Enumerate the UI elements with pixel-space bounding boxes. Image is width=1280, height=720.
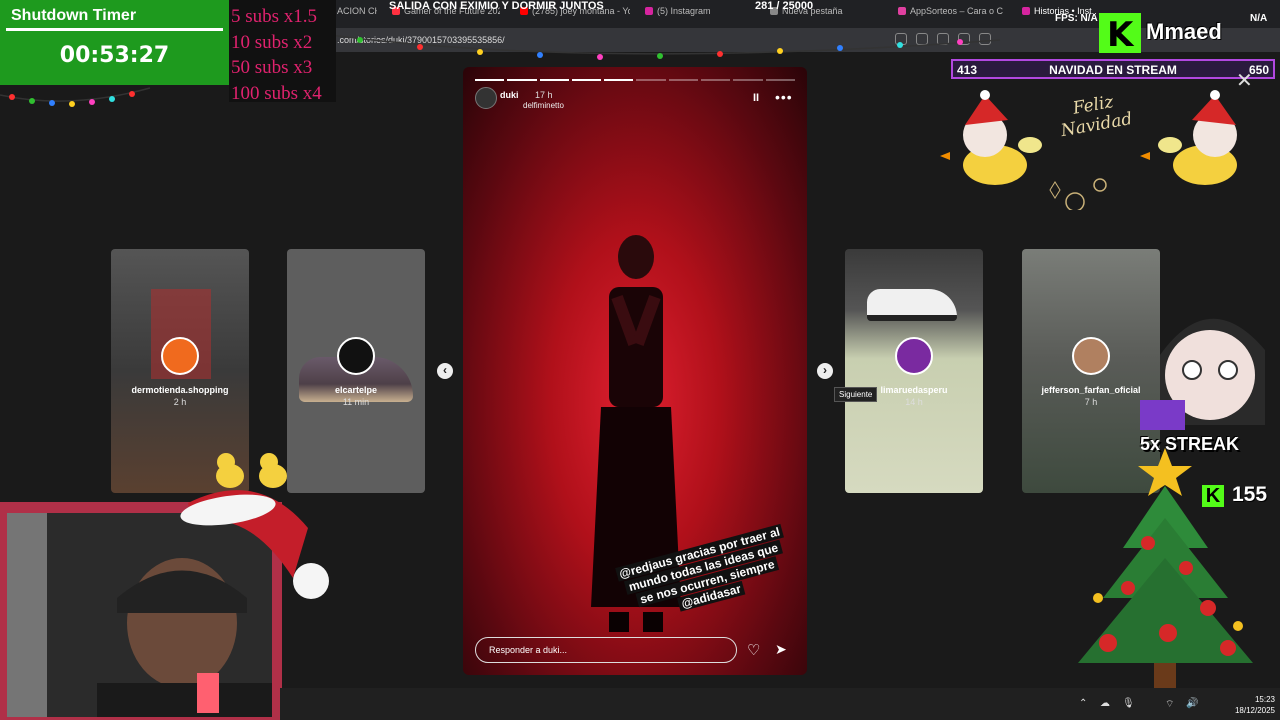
- navidad-goal-bar: NAVIDAD EN STREAM 413 650: [951, 59, 1275, 79]
- clock-date: 18/12/2025: [1234, 706, 1275, 715]
- progress-segment: [475, 79, 505, 81]
- heart-icon[interactable]: ♡: [747, 641, 760, 659]
- progress-segment: [765, 79, 795, 81]
- story-shared-from[interactable]: delfiminetto: [523, 101, 564, 110]
- navidad-label: NAVIDAD EN STREAM: [1049, 63, 1177, 77]
- progress-segment: [507, 79, 537, 81]
- story-username: dermotienda.shopping: [131, 385, 229, 395]
- main-story-viewer[interactable]: duki 17 h delfiminetto II ••• @redjaus g…: [463, 67, 807, 675]
- kick-logo-icon: K: [1099, 13, 1141, 55]
- chevron-up-icon[interactable]: ⌃: [1079, 698, 1087, 709]
- na-label: N/A: [1250, 13, 1268, 24]
- viewer-count: 281 / 25000: [755, 0, 814, 12]
- next-tooltip: Siguiente: [834, 387, 878, 402]
- story-avatar: [895, 337, 933, 375]
- story-card[interactable]: limaruedasperu 14 h: [845, 249, 983, 493]
- sneaker-image: [867, 289, 957, 321]
- progress-segment: [701, 79, 731, 81]
- system-clock[interactable]: 15:23 18/12/2025: [1230, 694, 1275, 716]
- subs-multiplier: 5 subs x1.5: [231, 6, 318, 27]
- story-time: 17 h: [535, 90, 553, 100]
- story-avatar: [161, 337, 199, 375]
- stream-title: SALIDA CON EXIMIO Y DORMIR JUNTOS: [389, 0, 604, 12]
- streamer-name: Mmaed: [1146, 19, 1222, 44]
- progress-segment: [636, 79, 666, 81]
- subs-multiplier-list: 5 subs x1.5 10 subs x2 50 subs x3 100 su…: [229, 0, 336, 104]
- kick-logo-letter: K: [1107, 15, 1134, 55]
- shutdown-timer-widget: Shutdown Timer 00:53:27: [0, 0, 229, 85]
- reply-input[interactable]: Responder a duki...: [475, 637, 737, 663]
- cloud-icon[interactable]: ☁: [1100, 698, 1110, 709]
- microphone-icon[interactable]: 🎙: [1122, 698, 1135, 709]
- progress-segment: [733, 79, 763, 81]
- story-progress-bar: [475, 79, 795, 81]
- progress-segment: [604, 79, 634, 81]
- story-time: 11 min: [342, 397, 370, 407]
- timer-title: Shutdown Timer: [11, 7, 137, 24]
- progress-segment: [668, 79, 699, 81]
- fps-label: FPS: N/A: [1055, 13, 1098, 24]
- pause-button[interactable]: II: [753, 92, 759, 104]
- navidad-current: 413: [957, 63, 978, 77]
- wifi-icon[interactable]: ⌔: [1165, 698, 1174, 711]
- story-avatar: [1072, 337, 1110, 375]
- screen: ACION CH Gamer of the Future 202... (278…: [0, 0, 1280, 720]
- chibi-mascot: [1140, 318, 1265, 430]
- progress-segment: [571, 79, 602, 81]
- send-icon[interactable]: ➤: [775, 641, 787, 658]
- volume-icon[interactable]: 🔊: [1186, 698, 1198, 709]
- next-story-button[interactable]: ›: [817, 363, 833, 379]
- story-author[interactable]: duki: [500, 90, 519, 100]
- story-avatar: [337, 337, 375, 375]
- story-time: 2 h: [173, 397, 187, 407]
- clock-time: 15:23: [1254, 695, 1275, 704]
- subs-multiplier: 10 subs x2: [231, 31, 313, 53]
- timer-divider: [6, 28, 223, 31]
- progress-segment: [539, 79, 569, 81]
- story-author-avatar[interactable]: [475, 87, 497, 109]
- story-username: elcartelpe: [334, 385, 378, 395]
- santa-hat-decoration: [180, 453, 329, 599]
- subs-multiplier: 50 subs x3: [231, 57, 313, 78]
- christmas-tree-decoration: [1078, 448, 1253, 688]
- more-options-button[interactable]: •••: [775, 89, 793, 105]
- subs-multiplier: 100 subs x4: [231, 82, 322, 104]
- previous-story-button[interactable]: ‹: [437, 363, 453, 379]
- timer-value: 00:53:27: [59, 43, 170, 68]
- feliz-navidad-text: Feliz Navidad: [1059, 91, 1134, 142]
